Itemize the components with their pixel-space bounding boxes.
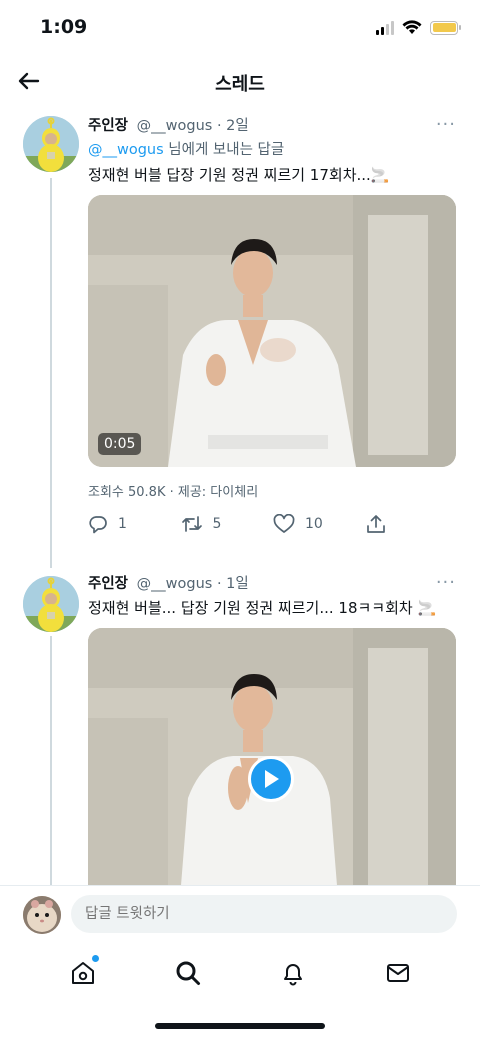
cellular-signal-icon [376,20,394,35]
tweet-text: 정재현 버블... 답장 기원 정권 찌르기... 18ㅋㅋ회차 🚬 [88,599,437,617]
home-indicator [155,1023,325,1029]
home-icon [71,962,94,984]
tab-home[interactable] [69,955,99,987]
user-handle[interactable]: @__wogus [137,118,213,134]
video-thumbnail [88,195,456,467]
search-icon [176,961,200,985]
mail-icon [386,964,409,982]
view-count[interactable]: 조회수 50.8K · 제공: 다이체리 [88,481,458,500]
wifi-icon [402,20,422,34]
teletubby-avatar-image [23,116,79,172]
nav-header: 스레드 [0,56,480,110]
teletubby-avatar-image [23,576,79,632]
avatar[interactable] [23,576,79,632]
retweet-icon [181,516,202,532]
tab-messages[interactable] [384,959,412,987]
tab-notifications[interactable] [279,959,307,987]
bell-icon [283,964,302,986]
display-name[interactable]: 주인장 [88,576,128,592]
status-bar: 1:09 [0,0,480,56]
notification-dot [91,955,99,962]
thread-connector [50,636,52,886]
heart-icon [273,514,295,533]
reply-composer [0,885,480,943]
battery-icon [430,20,461,35]
replying-to-suffix: 님에게 보내는 답글 [163,142,285,158]
hamster-avatar-image [23,896,61,934]
reply-input[interactable] [71,895,457,933]
tab-search[interactable] [174,959,202,987]
thread-connector [50,178,52,568]
tweet-text: 정재현 버블 답장 기원 정권 찌르기 17회차...🚬 [88,166,390,184]
retweet-count: 5 [212,516,222,532]
reply-count: 1 [118,516,127,532]
status-time: 1:09 [40,16,88,38]
like-count: 10 [305,516,323,532]
tweet-meta: 주인장 @__wogus · 2일 [88,114,458,135]
status-icons [376,20,461,35]
play-button[interactable] [248,756,294,802]
display-name[interactable]: 주인장 [88,118,128,134]
retweet-button[interactable]: 5 [181,514,274,534]
avatar[interactable] [23,116,79,172]
page-title: 스레드 [215,74,265,95]
share-button[interactable] [366,514,459,534]
tweet-actions: 1 5 10 [88,514,458,534]
tweet-time: · 1일 [216,576,249,592]
video-player[interactable] [88,628,456,898]
play-icon [265,770,279,788]
replying-to: @__wogus 님에게 보내는 답글 [88,138,458,159]
reply-icon [89,516,107,534]
replying-to-handle[interactable]: @__wogus [88,142,164,158]
user-handle[interactable]: @__wogus [137,576,213,592]
video-player[interactable]: 0:05 [88,195,456,467]
video-duration: 0:05 [98,433,142,455]
my-avatar[interactable] [23,896,61,934]
reply-button[interactable]: 1 [88,514,181,534]
like-button[interactable]: 10 [273,514,366,534]
tweet-meta: 주인장 @__wogus · 1일 [88,572,458,593]
share-icon [366,515,385,533]
tweet-time: · 2일 [216,118,249,134]
bottom-tab-bar [0,943,480,1003]
